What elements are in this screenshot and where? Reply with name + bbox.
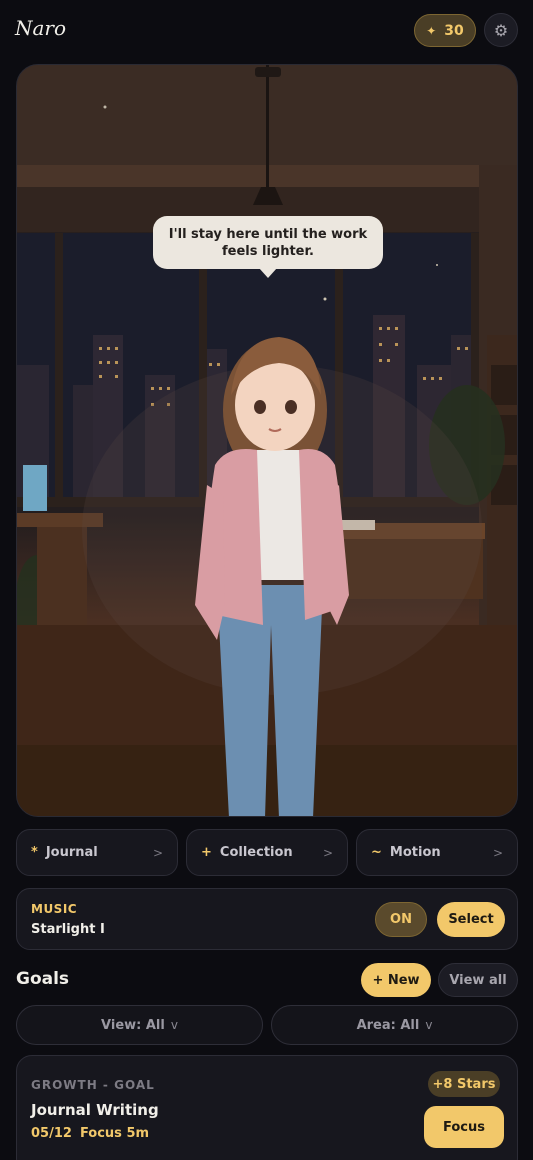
stars-count: 30 (444, 22, 464, 39)
area-filter-label: Area: All (356, 1017, 420, 1033)
top-bar: Naro ✦ 30 ⚙ (0, 0, 533, 62)
motion-label: Motion (389, 845, 441, 860)
reward-badge: +8 Stars (428, 1071, 500, 1097)
gear-icon: ⚙ (493, 20, 509, 40)
goal-meta: 05/12 Focus 5m (31, 1126, 149, 1141)
chevron-down-icon: v (425, 1018, 433, 1032)
tilde-icon: ~ (371, 845, 382, 860)
music-select-button[interactable]: Select (437, 902, 505, 937)
plus-icon: + (201, 845, 212, 860)
motion-button[interactable]: ~ Motion > (356, 829, 518, 876)
view-filter-dropdown[interactable]: View: All v (16, 1005, 263, 1045)
area-filter-dropdown[interactable]: Area: All v (271, 1005, 518, 1045)
settings-button[interactable]: ⚙ (484, 13, 518, 47)
chevron-right-icon: > (152, 845, 163, 860)
goal-category: GROWTH - GOAL (31, 1078, 155, 1092)
new-goal-button[interactable]: + New (361, 963, 431, 997)
stars-counter[interactable]: ✦ 30 (414, 14, 476, 47)
sparkle-icon: ✦ (426, 23, 437, 38)
asterisk-icon: * (31, 845, 38, 860)
chevron-right-icon: > (492, 845, 503, 860)
room-illustration (17, 65, 517, 816)
music-track-name: Starlight I (31, 922, 105, 937)
speech-bubble-tail (259, 268, 277, 278)
companion-scene[interactable]: I'll stay here until the work feels ligh… (16, 64, 518, 817)
view-filter-label: View: All (101, 1017, 165, 1033)
collection-label: Collection (219, 845, 293, 860)
chevron-right-icon: > (322, 845, 333, 860)
chevron-down-icon: v (170, 1018, 178, 1032)
app-title: Naro (15, 16, 67, 40)
goal-name: Journal Writing (31, 1101, 159, 1119)
music-toggle-button[interactable]: ON (375, 902, 427, 937)
music-label: MUSIC (31, 902, 78, 916)
goal-card[interactable]: GROWTH - GOAL Journal Writing 05/12 Focus… (16, 1055, 518, 1160)
collection-button[interactable]: + Collection > (186, 829, 348, 876)
journal-label: Journal (45, 845, 98, 860)
speech-bubble: I'll stay here until the work feels ligh… (153, 216, 383, 269)
goals-heading: Goals (16, 969, 70, 989)
goal-focus-duration: Focus 5m (79, 1126, 150, 1141)
goal-date: 05/12 (31, 1126, 72, 1141)
music-card: MUSIC Starlight I ON Select (16, 888, 518, 950)
focus-button[interactable]: Focus (424, 1106, 504, 1148)
view-all-goals-button[interactable]: View all (438, 963, 518, 997)
journal-button[interactable]: * Journal > (16, 829, 178, 876)
